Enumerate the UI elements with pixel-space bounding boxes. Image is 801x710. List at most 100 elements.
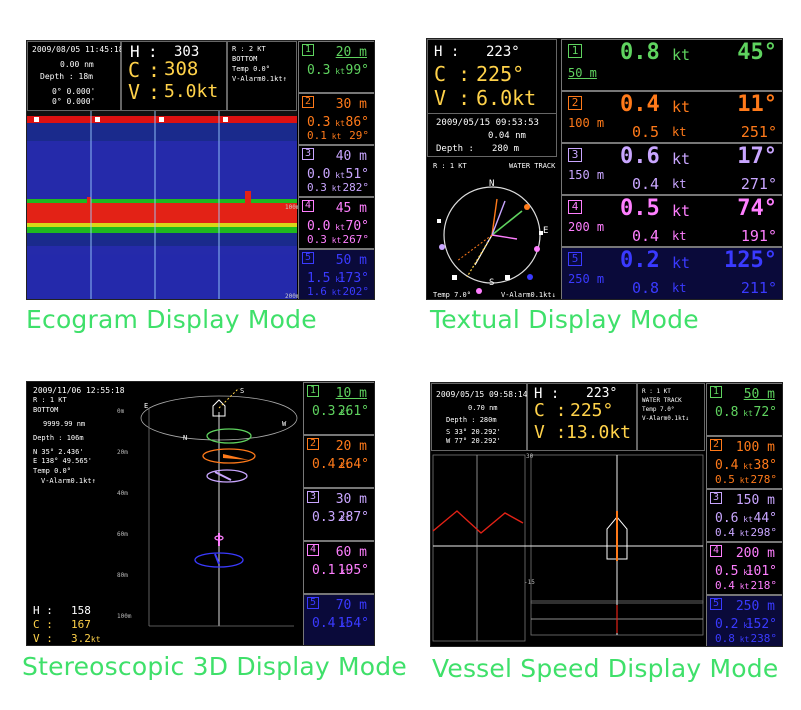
layer-depth: 250 m <box>568 272 605 286</box>
course-label: C : <box>434 62 471 86</box>
layer-speed-value: 0.8 <box>620 40 660 65</box>
datetime: 2009/11/06 12:55:18 <box>33 386 125 395</box>
layer-speed-2-unit: kt <box>326 236 342 245</box>
layer-depth: 200 m <box>568 220 605 234</box>
longitude: W 77° 20.292' <box>446 437 501 445</box>
alarm: V-Alarm0.1kt↓ <box>501 291 556 299</box>
layer-panel-1: 1 50 m 0.8 kt 45° <box>561 39 782 91</box>
colon3: : <box>148 80 161 104</box>
bottom-label: BOTTOM <box>232 55 258 63</box>
range: R : 1 KT <box>33 396 67 404</box>
heading-value: 223° <box>486 44 520 60</box>
vessel-hcv-box: H : C : V : 223° 225° 13.0kt <box>527 383 637 451</box>
longitude: E 138° 49.565' <box>33 457 93 465</box>
layer-number: 5 <box>710 598 722 610</box>
layer-speed: 0.0 kt <box>307 219 345 234</box>
layer-panel-1: 1 50 m 0.8 kt 72° <box>706 383 782 436</box>
layer-panel-2: 2 100 m 0.4 kt 11° 0.5 kt 251° <box>561 91 782 143</box>
layer-number: 1 <box>302 44 314 56</box>
layer-direction-2: 278° <box>750 473 778 486</box>
layer-direction-2: 238° <box>750 632 778 645</box>
stereo-screen: 2009/11/06 12:55:18 R : 1 KT BOTTOM 9999… <box>26 381 375 646</box>
depth: Depth : 106m <box>33 434 84 442</box>
layer-speed-value: 0.4 <box>715 458 739 473</box>
layer-panel-3: 3 30 m 0.3 kt 287° <box>303 488 374 541</box>
compass-n: N <box>489 179 495 189</box>
course-label: C : <box>33 618 53 631</box>
layer-speed-2: 1.6 kt <box>307 285 341 298</box>
layer-speed-value: 0.4 <box>312 616 336 631</box>
depth-axis-tick: 60m <box>117 531 128 538</box>
layer-direction-2: 211° <box>740 279 777 297</box>
layer-panel-1: 1 20 m 0.3 kt 99° <box>298 41 374 93</box>
layer-panel-5: 5 250 m 0.2 kt 125° 0.8 kt 211° <box>561 247 782 299</box>
layer-speed-2: 0.3 kt <box>307 233 341 246</box>
layer-depth: 150 m <box>568 168 605 182</box>
layer-speed: 0.0 kt <box>307 167 345 182</box>
layer-panel-2: 2 100 m 0.4 kt 38° 0.5 kt 278° <box>706 436 782 489</box>
layer-panel-2: 2 30 m 0.3 kt 86° 0.1 kt 29° <box>298 93 374 145</box>
course-value: 308 <box>164 58 199 80</box>
layer-direction-2: 29° <box>349 129 369 142</box>
compass-s: S <box>489 278 495 288</box>
layer-depth: 50 m <box>335 253 367 268</box>
textual-layer-panels: 1 50 m 0.8 kt 45° 2 100 m 0.4 kt 11° 0.5 kt 251° 3 150… <box>561 39 782 299</box>
speed-number: 3.2 <box>71 632 91 645</box>
layer-speed-2-value: 0.4 <box>632 175 660 193</box>
layer-speed-2-value: 0.4 <box>715 579 735 592</box>
layer-depth: 60 m <box>335 545 367 560</box>
layer-direction: 154° <box>337 616 369 631</box>
layer-number: 5 <box>302 252 314 264</box>
layer-speed-2-value: 0.8 <box>632 279 660 297</box>
layer-number: 1 <box>307 385 319 397</box>
ecogram-layer-panels: 1 20 m 0.3 kt 99° 2 30 m 0.3 kt 86° 0.1 kt 29° 3 40… <box>298 41 374 299</box>
layer-speed-2-value: 1.6 <box>307 285 327 298</box>
latitude: 0° 0.000' <box>52 87 96 96</box>
heading-value: 158 <box>71 604 91 617</box>
layer-speed-unit: kt <box>330 119 345 128</box>
layer-depth: 30 m <box>335 97 367 112</box>
stereo-layer-panels: 1 10 m 0.3 kt 261° 2 20 m 0.4 kt 264° 3 30 m 0.3 k… <box>303 382 374 645</box>
layer-speed-unit: kt <box>672 46 691 64</box>
layer-panel-5: 5 50 m 1.5 kt 173° 1.6 kt 202° <box>298 249 374 299</box>
layer-speed-2-value: 0.3 <box>307 181 327 194</box>
vessel-status-box: R : 1 KT WATER TRACK Temp 7.0° V-Alarm0.… <box>637 383 705 451</box>
range: R : 1 KT <box>642 388 671 395</box>
depth-axis-tick: 80m <box>117 572 128 579</box>
layer-depth: 50 m <box>743 387 775 402</box>
layer-direction: 173° <box>337 271 369 286</box>
layer-speed-2-unit: kt <box>734 582 750 591</box>
layer-number: 2 <box>710 439 722 451</box>
textual-info-box: 2009/05/15 09:53:53 0.04 nm Depth : 280 … <box>427 113 557 157</box>
speed-label: V : <box>534 422 567 443</box>
layer-direction: 261° <box>337 404 369 419</box>
layer-number: 1 <box>710 386 722 398</box>
datetime: 2009/05/15 09:58:14 <box>436 390 528 399</box>
heading-value: 223° <box>586 386 618 401</box>
layer-speed-value: 0.6 <box>715 511 739 526</box>
layer-speed-2-unit: kt <box>734 476 750 485</box>
layer-speed-2-value: 0.4 <box>715 526 735 539</box>
heading-label: H : <box>434 44 460 60</box>
graph-bottom-label: -15 <box>524 579 535 586</box>
stereo-caption: Stereoscopic 3D Display Mode <box>22 652 407 681</box>
layer-direction: 74° <box>737 196 777 221</box>
distance: 0.70 nm <box>468 404 498 412</box>
layer-direction: 70° <box>345 219 369 234</box>
layer-direction: 44° <box>753 511 777 526</box>
layer-speed-value: 0.1 <box>312 563 336 578</box>
layer-number: 1 <box>568 44 582 58</box>
layer-direction-2: 282° <box>342 181 370 194</box>
course-label: C : <box>534 400 567 421</box>
ecogram-status-box: R : 2 KT BOTTOM Temp 0.0° V-Alarm0.1kt↑ <box>227 41 297 111</box>
layer-number: 3 <box>307 491 319 503</box>
stereo-depth-axis: 0m 20m 40m 60m 80m 100m <box>117 388 149 638</box>
compass-w: W <box>282 420 287 428</box>
textual-caption: Textual Display Mode <box>430 305 699 334</box>
depth-axis-tick: 0m <box>117 408 125 415</box>
layer-speed-2: 0.5 kt <box>715 473 749 486</box>
layer-depth: 30 m <box>335 492 367 507</box>
layer-panel-4: 4 200 m 0.5 kt 101° 0.4 kt 218° <box>706 542 782 595</box>
layer-panel-5: 5 70 m 0.4 kt 154° <box>303 594 374 645</box>
alarm: V-Alarm0.1kt↑ <box>41 477 96 485</box>
